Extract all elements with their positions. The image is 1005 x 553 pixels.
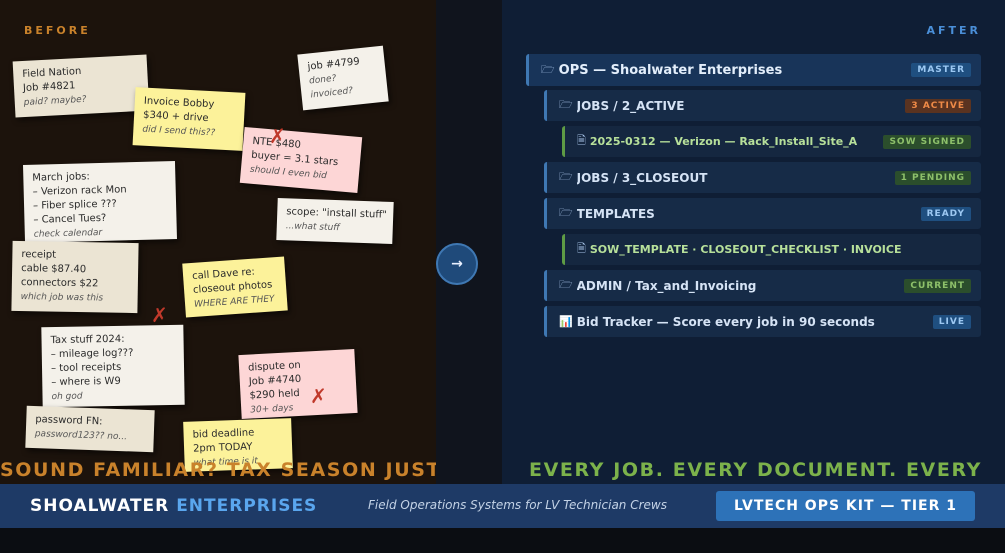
tagline: Field Operations Systems for LV Technici… <box>368 498 667 512</box>
folder-icon: 🗁 <box>559 278 573 291</box>
row-label: 2025-0312 — Verizon — Rack_Install_Site_… <box>589 135 858 148</box>
divider-gap <box>436 0 502 484</box>
note-comment: password123?? no... <box>34 429 128 443</box>
note-comment: which job was this <box>20 292 104 304</box>
after-headline: EVERY JOB. EVERY DOCUMENT. EVERY <box>529 459 982 481</box>
red-x-mark: ✗ <box>151 303 168 327</box>
folder-row-templates[interactable]: 🗁 TEMPLATES READY <box>544 198 981 229</box>
folder-row-jobs-active[interactable]: 🗁 JOBS / 2_ACTIVE 3 ACTIVE <box>544 90 981 121</box>
red-x-mark: ✗ <box>310 384 327 408</box>
row-label: JOBS / 2_ACTIVE <box>576 98 685 113</box>
after-label: AFTER <box>926 24 981 37</box>
bottom-strip <box>0 528 1005 553</box>
sticky-note: Field Nation Job #4821 paid? maybe? <box>12 54 150 118</box>
row-label: TEMPLATES <box>576 206 655 221</box>
before-panel: BEFORE Field Nation Job #4821 paid? mayb… <box>0 0 436 484</box>
folder-icon: 🗁 <box>559 170 573 183</box>
folder-row-jobs-closeout[interactable]: 🗁 JOBS / 3_CLOSEOUT 1 PENDING <box>544 162 981 193</box>
note-comment: check calendar <box>33 227 103 240</box>
status-badge: READY <box>920 206 971 221</box>
red-x-mark: ✗ <box>269 124 286 148</box>
document-icon: 🗎 <box>577 242 586 255</box>
status-badge: SOW SIGNED <box>883 134 971 149</box>
file-row-templates-list[interactable]: 🗎 SOW_TEMPLATE · CLOSEOUT_CHECKLIST · IN… <box>562 234 981 265</box>
row-label: OPS — Shoalwater Enterprises <box>558 62 783 78</box>
footer-bar: SHOALWATER ENTERPRISES Field Operations … <box>0 484 1005 528</box>
sticky-note: password FN: password123?? no... <box>25 405 155 453</box>
before-label: BEFORE <box>24 24 91 37</box>
folder-row-admin[interactable]: 🗁 ADMIN / Tax_and_Invoicing CURRENT <box>544 270 981 301</box>
sticky-note: dispute on Job #4740 $290 held 30+ days <box>238 349 358 419</box>
before-headline: SOUND FAMILIAR? TAX SEASON JUST <box>0 459 436 481</box>
chart-icon: 📊 <box>559 315 573 328</box>
folder-icon: 🗁 <box>541 62 555 76</box>
sticky-note: Tax stuff 2024: – mileage log??? – tool … <box>41 324 185 408</box>
document-icon: 🗎 <box>577 134 586 147</box>
sticky-note: NTE $480 buyer = 3.1 stars should I even… <box>239 126 363 194</box>
folder-row-ops-root[interactable]: 🗁 OPS — Shoalwater Enterprises MASTER <box>526 54 981 86</box>
row-label: Bid Tracker — Score every job in 90 seco… <box>576 314 875 329</box>
status-badge: 1 PENDING <box>894 170 971 185</box>
product-cta-button[interactable]: LVTECH OPS KIT — TIER 1 <box>716 491 975 521</box>
status-badge: LIVE <box>932 314 971 329</box>
folder-icon: 🗁 <box>559 98 573 111</box>
brand-name: SHOALWATER <box>30 496 170 516</box>
row-label: SOW_TEMPLATE · CLOSEOUT_CHECKLIST · INVO… <box>589 243 902 256</box>
file-row-verizon-job[interactable]: 🗎 2025-0312 — Verizon — Rack_Install_Sit… <box>562 126 981 157</box>
sticky-note: Invoice Bobby $340 + drive did I send th… <box>132 87 246 151</box>
sticky-note: job #4799 done? invoiced? <box>297 45 389 111</box>
sticky-note: receipt cable $87.40 connectors $22 whic… <box>11 240 139 314</box>
row-bid-tracker[interactable]: 📊 Bid Tracker — Score every job in 90 se… <box>544 306 981 337</box>
after-panel: AFTER 🗁 OPS — Shoalwater Enterprises MAS… <box>502 0 1005 484</box>
status-badge: CURRENT <box>904 278 971 293</box>
row-label: JOBS / 3_CLOSEOUT <box>576 170 708 185</box>
arrow-right-icon[interactable]: → <box>436 243 478 285</box>
status-badge: 3 ACTIVE <box>905 98 971 113</box>
sticky-note: call Dave re: closeout photos WHERE ARE … <box>182 256 288 318</box>
slide: BEFORE Field Nation Job #4821 paid? mayb… <box>0 0 1005 553</box>
note-comment: oh god <box>51 391 83 403</box>
row-label: ADMIN / Tax_and_Invoicing <box>576 278 757 293</box>
status-badge: MASTER <box>911 63 971 77</box>
brand-accent: ENTERPRISES <box>176 496 318 516</box>
sticky-note: scope: "install stuff" ...what stuff <box>276 197 394 245</box>
sticky-note: March jobs: – Verizon rack Mon – Fiber s… <box>23 161 177 243</box>
brand-logo: SHOALWATER ENTERPRISES <box>30 496 317 516</box>
folder-icon: 🗁 <box>559 206 573 219</box>
